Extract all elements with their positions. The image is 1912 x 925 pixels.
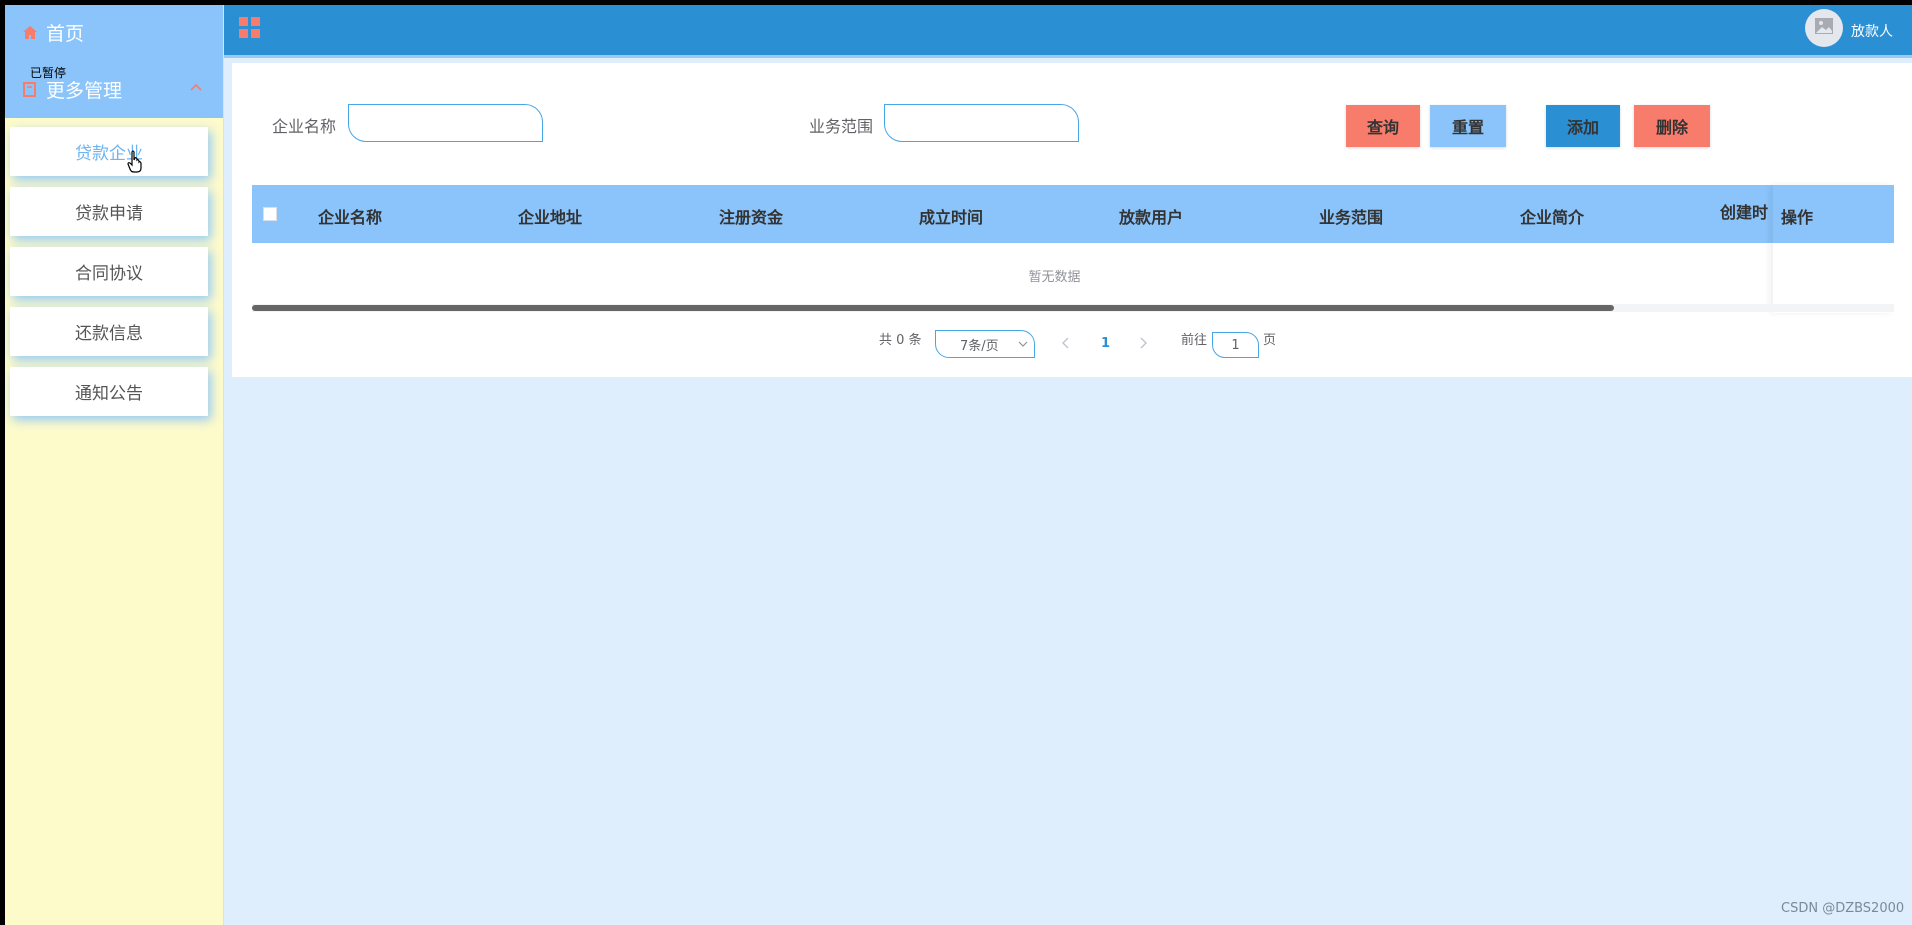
delete-button[interactable]: 删除 bbox=[1634, 105, 1710, 147]
pagination-total: 共 0 条 bbox=[879, 333, 922, 348]
company-name-label: 企业名称 bbox=[272, 117, 337, 136]
document-icon bbox=[21, 80, 39, 98]
chevron-up-icon[interactable] bbox=[189, 78, 203, 100]
submenu-item-contract[interactable]: 合同协议 bbox=[10, 247, 208, 296]
watermark: CSDN @DZBS2000 bbox=[1781, 901, 1905, 916]
reset-button[interactable]: 重置 bbox=[1430, 105, 1506, 147]
submenu-item-label: 通知公告 bbox=[75, 384, 143, 404]
column-header[interactable]: 创建时 bbox=[1720, 199, 1780, 223]
business-scope-input[interactable] bbox=[884, 104, 1079, 142]
hand-cursor-icon bbox=[127, 150, 145, 178]
column-header[interactable]: 企业简介 bbox=[1520, 204, 1584, 228]
action-column-header: 操作 bbox=[1773, 185, 1894, 243]
column-header[interactable]: 企业名称 bbox=[318, 204, 382, 228]
table-header: 企业名称 企业地址 注册资金 成立时间 放款用户 业务范围 企业简介 创建时 bbox=[252, 185, 1894, 243]
home-icon bbox=[21, 24, 39, 42]
image-icon bbox=[1814, 17, 1834, 39]
submenu-item-loan-company[interactable]: 贷款企业 bbox=[10, 127, 208, 176]
app-frame: 首页 更多管理 已暂停 贷款企业 贷款申请 合同协议 还款信息 通知公告 放款人… bbox=[5, 5, 1912, 925]
grid-icon[interactable] bbox=[238, 16, 262, 44]
chevron-down-icon bbox=[1018, 338, 1028, 353]
page-suffix: 页 bbox=[1263, 333, 1277, 348]
page-size-select[interactable]: 7条/页 bbox=[935, 330, 1035, 358]
submenu-item-label: 还款信息 bbox=[75, 324, 143, 344]
column-header[interactable]: 企业地址 bbox=[518, 204, 582, 228]
column-header[interactable]: 业务范围 bbox=[1319, 204, 1383, 228]
add-button[interactable]: 添加 bbox=[1546, 105, 1620, 147]
menu-home-label: 首页 bbox=[46, 23, 85, 45]
username[interactable]: 放款人 bbox=[1851, 21, 1893, 41]
scrollbar-thumb[interactable] bbox=[252, 305, 1614, 311]
submenu-item-notice[interactable]: 通知公告 bbox=[10, 367, 208, 416]
column-header[interactable]: 成立时间 bbox=[919, 204, 983, 228]
submenu-item-label: 贷款申请 bbox=[75, 204, 143, 224]
submenu-item-repayment[interactable]: 还款信息 bbox=[10, 307, 208, 356]
submenu-item-loan-application[interactable]: 贷款申请 bbox=[10, 187, 208, 236]
select-all-checkbox[interactable] bbox=[263, 207, 277, 221]
avatar[interactable] bbox=[1805, 9, 1843, 47]
column-header[interactable]: 放款用户 bbox=[1119, 204, 1183, 228]
page-size-value: 7条/页 bbox=[960, 338, 999, 354]
column-header[interactable]: 注册资金 bbox=[719, 204, 783, 228]
goto-page-input[interactable] bbox=[1212, 332, 1259, 358]
next-page-icon[interactable] bbox=[1138, 334, 1148, 353]
query-button[interactable]: 查询 bbox=[1346, 105, 1420, 147]
goto-label: 前往 bbox=[1181, 333, 1208, 348]
page-number-current[interactable]: 1 bbox=[1101, 336, 1110, 351]
action-column: 操作 bbox=[1773, 185, 1894, 313]
action-column-label: 操作 bbox=[1781, 208, 1814, 227]
menu-home[interactable]: 首页 bbox=[5, 5, 223, 60]
submenu-item-label: 合同协议 bbox=[75, 264, 143, 284]
prev-page-icon[interactable] bbox=[1061, 334, 1071, 353]
business-scope-label: 业务范围 bbox=[809, 117, 874, 136]
company-name-input[interactable] bbox=[348, 104, 543, 142]
main-card: 企业名称 业务范围 查询 重置 添加 删除 企业名称 企业地址 注册资金 成立时… bbox=[232, 63, 1912, 377]
topbar: 放款人 bbox=[224, 5, 1912, 58]
empty-placeholder: 暂无数据 bbox=[1028, 270, 1081, 285]
paused-overlay: 已暂停 bbox=[30, 66, 67, 80]
sidebar: 首页 更多管理 已暂停 贷款企业 贷款申请 合同协议 还款信息 通知公告 bbox=[5, 5, 224, 925]
